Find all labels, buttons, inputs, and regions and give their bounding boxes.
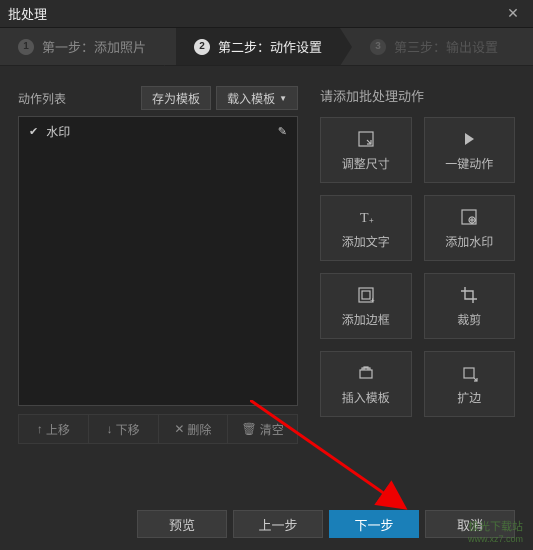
action-list-title: 动作列表	[18, 90, 136, 107]
load-template-label: 载入模板	[227, 90, 275, 107]
resize-icon	[356, 129, 376, 149]
trash-icon: 🗑	[242, 422, 257, 436]
action-list[interactable]: ✔ 水印 ✎	[18, 116, 298, 406]
action-oneclick-label: 一键动作	[445, 155, 493, 172]
delete-button[interactable]: ✕ 删除	[159, 415, 229, 443]
step-1-label: 第一步：添加照片	[42, 37, 146, 56]
stepper: 1 第一步：添加照片 2 第二步：动作设置 3 第三步：输出设置	[0, 28, 533, 66]
right-panel: 请添加批处理动作 调整尺寸 一键动作 T+ 添加文字 添加水印 + 添加边框	[320, 86, 515, 444]
cancel-button[interactable]: 取消	[425, 510, 515, 538]
action-border-label: 添加边框	[342, 311, 390, 328]
check-icon: ✔	[29, 125, 38, 138]
edit-icon[interactable]: ✎	[278, 125, 287, 138]
chevron-down-icon: ▼	[279, 94, 287, 103]
action-crop[interactable]: 裁剪	[424, 273, 516, 339]
svg-text:+: +	[369, 216, 374, 225]
svg-text:T: T	[360, 211, 369, 226]
move-down-button[interactable]: ↓ 下移	[89, 415, 159, 443]
content: 动作列表 存为模板 载入模板 ▼ ✔ 水印 ✎ ↑ 上移 ↓ 下移	[0, 66, 533, 454]
move-down-label: 下移	[116, 421, 140, 438]
step-separator	[340, 28, 352, 66]
delete-icon: ✕	[174, 422, 184, 436]
left-panel: 动作列表 存为模板 载入模板 ▼ ✔ 水印 ✎ ↑ 上移 ↓ 下移	[18, 86, 298, 444]
window-title: 批处理	[8, 4, 501, 23]
step-separator	[164, 28, 176, 66]
watermark-icon	[459, 207, 479, 227]
list-controls: ↑ 上移 ↓ 下移 ✕ 删除 🗑 清空	[18, 414, 298, 444]
step-1[interactable]: 1 第一步：添加照片	[0, 28, 164, 65]
expand-icon	[459, 363, 479, 383]
action-grid: 调整尺寸 一键动作 T+ 添加文字 添加水印 + 添加边框 裁剪	[320, 117, 515, 417]
next-button[interactable]: 下一步	[329, 510, 419, 538]
prev-button[interactable]: 上一步	[233, 510, 323, 538]
list-item-label: 水印	[46, 123, 270, 140]
text-icon: T+	[356, 207, 376, 227]
action-template[interactable]: 插入模板	[320, 351, 412, 417]
action-expand-label: 扩边	[457, 389, 481, 406]
play-icon	[459, 129, 479, 149]
step-2[interactable]: 2 第二步：动作设置	[176, 28, 340, 65]
step-3-label: 第三步：输出设置	[394, 37, 498, 56]
step-3-num: 3	[370, 39, 386, 55]
action-resize[interactable]: 调整尺寸	[320, 117, 412, 183]
action-border[interactable]: + 添加边框	[320, 273, 412, 339]
action-crop-label: 裁剪	[457, 311, 481, 328]
save-template-button[interactable]: 存为模板	[141, 86, 211, 110]
right-panel-title: 请添加批处理动作	[320, 86, 515, 105]
list-item[interactable]: ✔ 水印 ✎	[19, 117, 297, 146]
action-template-label: 插入模板	[342, 389, 390, 406]
panel-header: 动作列表 存为模板 载入模板 ▼	[18, 86, 298, 110]
delete-label: 删除	[187, 421, 211, 438]
clear-button[interactable]: 🗑 清空	[228, 415, 297, 443]
svg-text:+: +	[370, 296, 375, 304]
move-up-button[interactable]: ↑ 上移	[19, 415, 89, 443]
close-icon: ✕	[507, 5, 519, 22]
close-button[interactable]: ✕	[501, 4, 525, 24]
crop-icon	[459, 285, 479, 305]
action-oneclick[interactable]: 一键动作	[424, 117, 516, 183]
arrow-down-icon: ↓	[107, 422, 113, 436]
load-template-button[interactable]: 载入模板 ▼	[216, 86, 298, 110]
step-1-num: 1	[18, 39, 34, 55]
step-2-label: 第二步：动作设置	[218, 37, 322, 56]
preview-button[interactable]: 预览	[137, 510, 227, 538]
step-3: 3 第三步：输出设置	[352, 28, 516, 65]
action-expand[interactable]: 扩边	[424, 351, 516, 417]
move-up-label: 上移	[46, 421, 70, 438]
step-2-num: 2	[194, 39, 210, 55]
template-icon	[356, 363, 376, 383]
border-icon: +	[356, 285, 376, 305]
action-addtext-label: 添加文字	[342, 233, 390, 250]
titlebar: 批处理 ✕	[0, 0, 533, 28]
arrow-up-icon: ↑	[37, 422, 43, 436]
action-watermark[interactable]: 添加水印	[424, 195, 516, 261]
action-addtext[interactable]: T+ 添加文字	[320, 195, 412, 261]
action-watermark-label: 添加水印	[445, 233, 493, 250]
action-resize-label: 调整尺寸	[342, 155, 390, 172]
footer: 预览 上一步 下一步 取消	[131, 510, 515, 538]
clear-label: 清空	[260, 421, 284, 438]
